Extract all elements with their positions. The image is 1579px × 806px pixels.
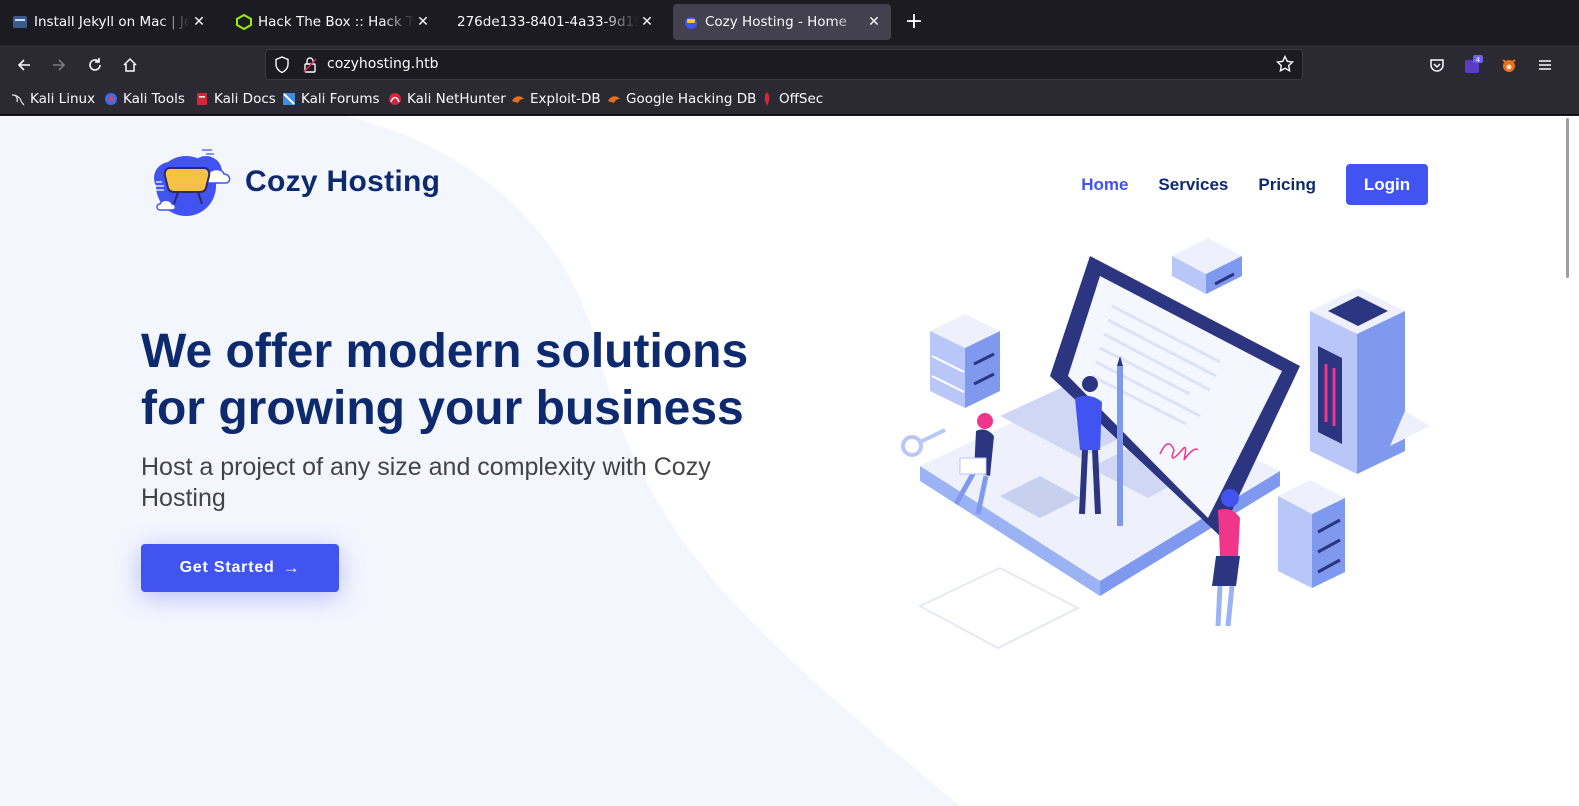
nav-pricing-link[interactable]: Pricing xyxy=(1258,175,1316,195)
page-scrollbar[interactable] xyxy=(1565,116,1579,806)
tab-close-icon[interactable]: ✕ xyxy=(414,14,432,30)
tab-title: Hack The Box :: Hack The Box xyxy=(258,14,414,30)
tab-uuid[interactable]: 276de133-8401-4a33-9d19-c1 ✕ xyxy=(448,4,664,40)
nav-home-link[interactable]: Home xyxy=(1081,175,1128,195)
bookmark-kali-tools[interactable]: Kali Tools xyxy=(104,91,185,107)
tracking-shield-icon[interactable] xyxy=(274,56,290,78)
url-text[interactable]: cozyhosting.htb xyxy=(327,56,438,72)
back-arrow-icon xyxy=(17,59,30,71)
bookmark-label: Google Hacking DB xyxy=(626,91,757,107)
bookmark-kali-docs[interactable]: Kali Docs xyxy=(195,91,276,107)
extension-button[interactable]: 4 xyxy=(1459,51,1487,79)
kali-dragon-icon xyxy=(11,92,25,106)
reload-icon xyxy=(89,58,101,71)
page-viewport: Cozy Hosting Home Services Pricing Login… xyxy=(0,116,1565,806)
get-started-label: Get Started xyxy=(179,559,275,576)
jekyll-favicon-icon xyxy=(12,14,28,30)
tab-close-icon[interactable]: ✕ xyxy=(190,14,208,30)
scrollbar-thumb[interactable] xyxy=(1566,118,1569,278)
hamburger-menu-icon xyxy=(1539,60,1551,70)
arrow-right-icon: → xyxy=(282,558,301,577)
tab-cozy-hosting[interactable]: Cozy Hosting - Home ✕ xyxy=(673,4,891,40)
bookmark-kali-nethunter[interactable]: Kali NetHunter xyxy=(388,91,506,107)
bookmark-label: Kali Docs xyxy=(214,91,276,107)
tab-title: Cozy Hosting - Home xyxy=(705,14,847,30)
back-button[interactable] xyxy=(10,51,38,79)
ghdb-icon xyxy=(607,92,621,106)
cozy-hosting-logo-icon xyxy=(154,149,231,216)
forward-arrow-icon xyxy=(53,59,66,71)
tab-bar: Install Jekyll on Mac | Jekyll ✕ Hack Th… xyxy=(0,0,1579,45)
bookmark-label: Kali Tools xyxy=(123,91,185,107)
new-tab-button[interactable]: + xyxy=(902,8,926,36)
bookmark-kali-forums[interactable]: Kali Forums xyxy=(282,91,380,107)
bookmarks-toolbar: Kali Linux Kali Tools Kali Docs Kali For… xyxy=(0,84,1579,115)
nav-services-link[interactable]: Services xyxy=(1158,175,1228,195)
hero-subtitle: Host a project of any size and complexit… xyxy=(141,453,711,512)
tab-title: 276de133-8401-4a33-9d19-c1 xyxy=(457,14,638,30)
forward-button[interactable] xyxy=(45,51,73,79)
insecure-lock-icon[interactable] xyxy=(302,56,318,78)
reload-button[interactable] xyxy=(81,51,109,79)
extension-badge: 4 xyxy=(1476,56,1481,64)
site-nav: Home Services Pricing Login xyxy=(1051,164,1428,205)
bookmark-exploit-db[interactable]: Exploit-DB xyxy=(511,91,601,107)
hero-title: We offer modern solutions for growing yo… xyxy=(141,325,749,435)
nethunter-icon xyxy=(388,92,402,106)
brand-name: Cozy Hosting xyxy=(245,165,441,198)
pocket-button[interactable] xyxy=(1423,51,1451,79)
bookmark-label: OffSec xyxy=(779,91,824,107)
bookmark-label: Kali Linux xyxy=(30,91,96,107)
offsec-icon xyxy=(760,92,774,106)
tab-close-icon[interactable]: ✕ xyxy=(638,14,656,30)
bookmark-star-icon[interactable] xyxy=(1275,54,1295,77)
home-icon xyxy=(123,57,137,72)
kali-docs-icon xyxy=(195,92,209,106)
app-menu-button[interactable] xyxy=(1531,51,1559,79)
hero-illustration xyxy=(901,238,1430,650)
foxyproxy-button[interactable] xyxy=(1495,51,1523,79)
extension-icon: 4 xyxy=(1465,55,1483,73)
tab-hackthebox[interactable]: Hack The Box :: Hack The Box ✕ xyxy=(226,4,440,40)
pocket-icon xyxy=(1430,59,1444,72)
nav-toolbar: cozyhosting.htb 4 xyxy=(0,45,1579,84)
address-bar[interactable]: cozyhosting.htb xyxy=(265,49,1303,80)
get-started-button[interactable]: Get Started → xyxy=(141,544,339,592)
tab-title: Install Jekyll on Mac | Jekyll xyxy=(34,14,190,30)
tab-jekyll[interactable]: Install Jekyll on Mac | Jekyll ✕ xyxy=(2,4,216,40)
bookmark-label: Exploit-DB xyxy=(530,91,601,107)
exploit-db-icon xyxy=(511,92,525,106)
bookmark-kali-linux[interactable]: Kali Linux xyxy=(11,91,95,107)
bookmark-label: Kali NetHunter xyxy=(407,91,506,107)
bookmark-label: Kali Forums xyxy=(301,91,380,107)
fox-icon xyxy=(1502,59,1516,72)
home-button[interactable] xyxy=(116,51,144,79)
kali-tools-icon xyxy=(104,92,118,106)
brand-logo[interactable]: Cozy Hosting xyxy=(148,146,440,218)
kali-forums-icon xyxy=(282,92,296,106)
login-button[interactable]: Login xyxy=(1346,164,1428,205)
bookmark-offsec[interactable]: OffSec xyxy=(760,91,823,107)
cozy-favicon-icon xyxy=(683,14,699,30)
tab-close-icon[interactable]: ✕ xyxy=(865,14,883,30)
hackthebox-favicon-icon xyxy=(236,14,252,30)
bookmark-google-hacking-db[interactable]: Google Hacking DB xyxy=(607,91,756,107)
